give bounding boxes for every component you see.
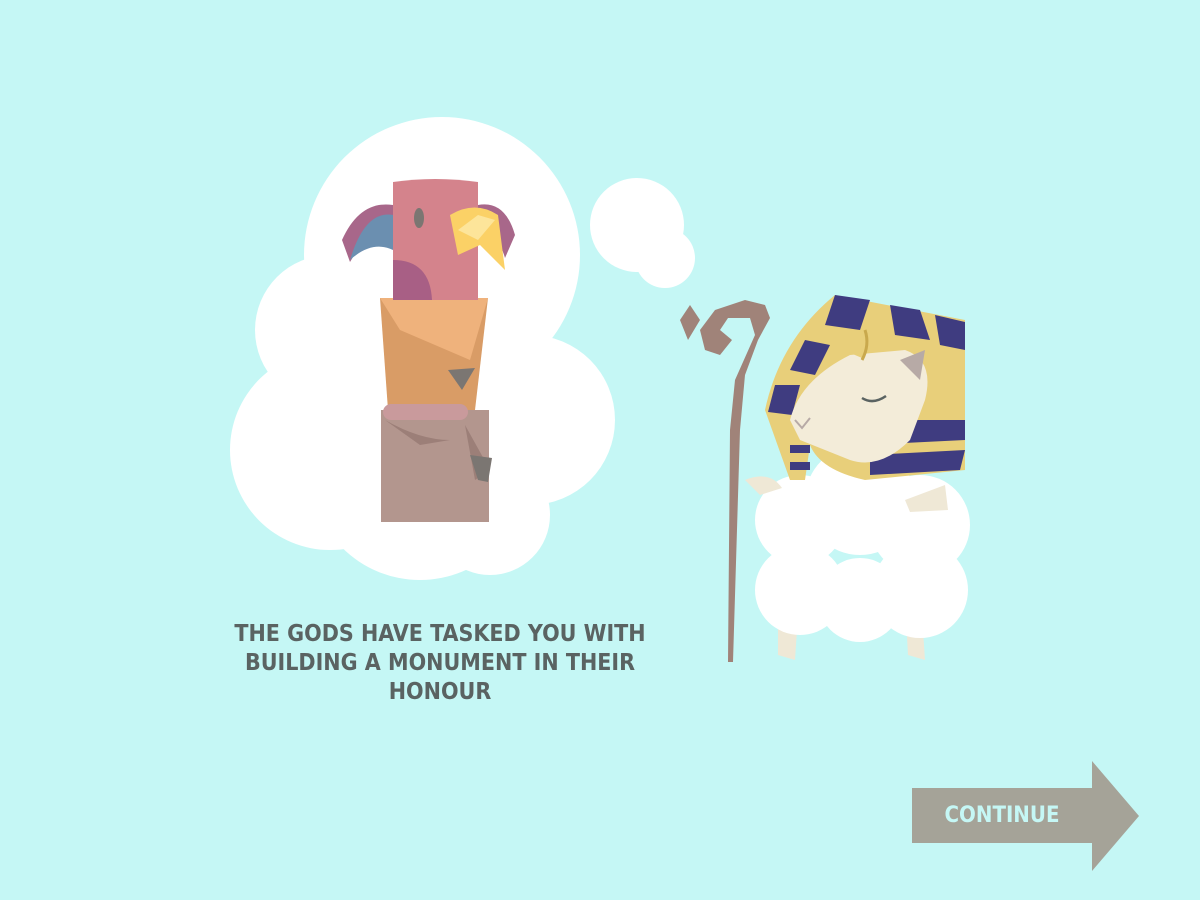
continue-button[interactable]: CONTINUE [912, 761, 1140, 871]
sheep-pharaoh [680, 295, 970, 662]
story-text: THE GODS HAVE TASKED YOU WITH BUILDING A… [234, 621, 646, 705]
continue-label: CONTINUE [944, 803, 1060, 828]
